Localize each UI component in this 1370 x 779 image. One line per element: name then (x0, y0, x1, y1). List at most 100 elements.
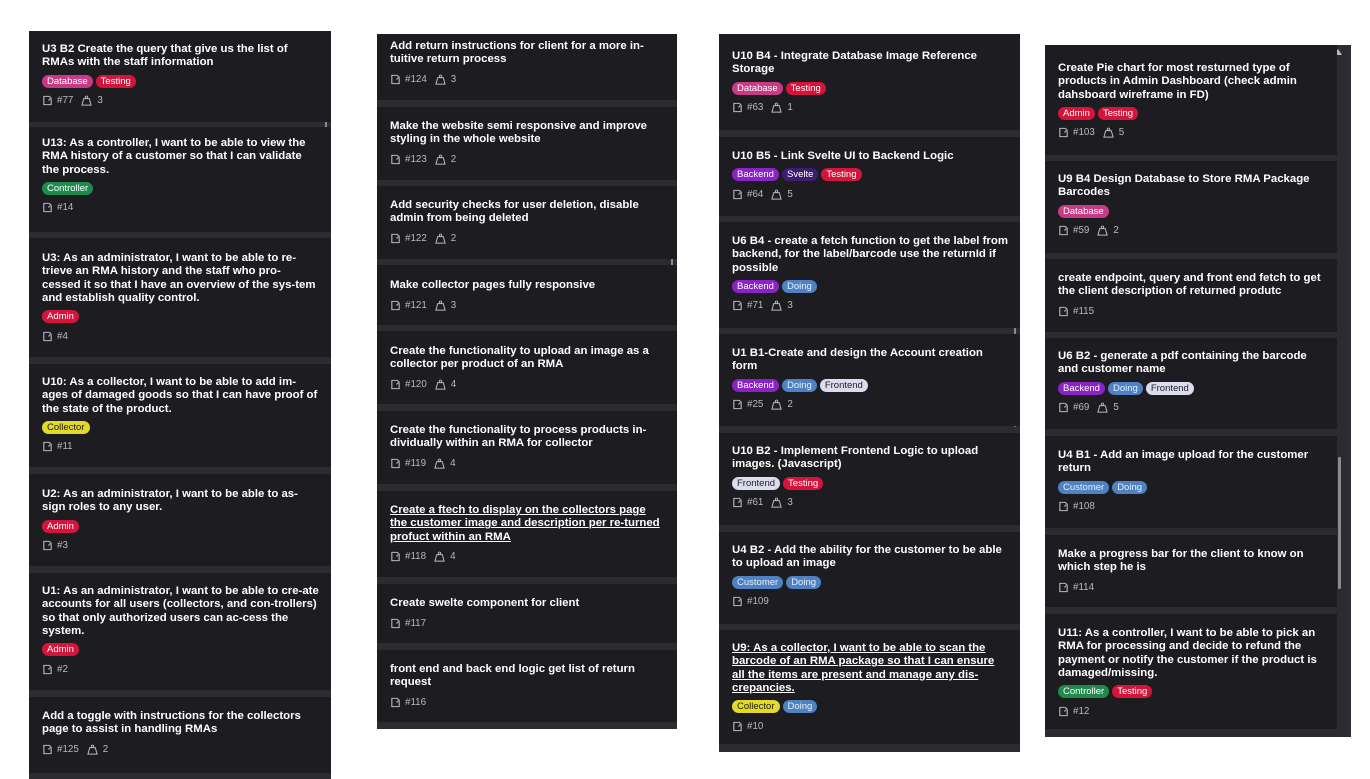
issue-icon (1059, 128, 1068, 138)
story-points: 4 (450, 458, 456, 470)
card-title[interactable]: U4 B2 - Add the ability for the customer… (732, 544, 1008, 571)
weight-icon (1103, 128, 1114, 138)
issue-card[interactable]: U13: As a controller, I want to be able … (29, 127, 331, 232)
issue-card[interactable]: U9 B4 Design Database to Store RMA Packa… (1045, 161, 1337, 253)
card-title[interactable]: Create a ftech to display on the collect… (390, 504, 665, 544)
issue-icon (733, 497, 742, 508)
card-title[interactable]: U9 B4 Design Database to Store RMA Packa… (1058, 173, 1325, 200)
issue-icon (1059, 501, 1068, 512)
issue-number: #108 (1073, 501, 1095, 513)
story-points: 3 (450, 299, 457, 311)
card-title[interactable]: U4 B1 - Add an image upload for the cust… (1058, 449, 1325, 476)
issue-card[interactable]: U9: As a collector, I want to be able to… (719, 630, 1020, 744)
issue-icon (391, 154, 400, 165)
issue-number: #71 (747, 300, 764, 312)
story-points: 2 (450, 233, 457, 245)
story-points: 4 (450, 551, 456, 563)
issue-icon (391, 697, 400, 708)
card-title[interactable]: U13: As a controller, I want to be able … (42, 137, 319, 177)
issue-card[interactable]: Make collector pages fully responsive #1… (377, 265, 677, 325)
issue-icon (733, 399, 742, 410)
column-scrollbar[interactable] (1338, 457, 1341, 589)
card-title[interactable]: U10: As a collector, I want to be able t… (42, 376, 319, 416)
card-title[interactable]: create endpoint, query and front end fet… (1058, 272, 1325, 299)
weight-icon (435, 233, 446, 244)
card-title[interactable]: U6 B4 - create a fetch function to get t… (732, 235, 1008, 275)
card-title[interactable]: Make the website semi responsive and imp… (390, 120, 665, 147)
issue-card[interactable]: U4 B1 - Add an image upload for the cust… (1045, 436, 1337, 528)
issue-card[interactable]: Make the website semi responsive and imp… (377, 107, 677, 180)
issue-icon (733, 301, 742, 311)
issue-number: #117 (405, 617, 427, 629)
issue-card[interactable]: U10 B2 - Implement Frontend Logic to upl… (719, 433, 1020, 525)
story-points: 3 (450, 74, 457, 86)
card-title[interactable]: U11: As a controller, I want to be able … (1058, 627, 1325, 680)
issue-number: #4 (57, 330, 68, 342)
card-title[interactable]: U3: As an administrator, I want to be ab… (42, 252, 319, 305)
issue-card[interactable]: Create a ftech to display on the collect… (377, 491, 677, 577)
card-title[interactable]: U1: As an administrator, I want to be ab… (42, 585, 319, 638)
issue-card[interactable]: U10 B4 - Integrate Database Image Refere… (719, 34, 1020, 130)
card-title[interactable]: Make a progress bar for the client to kn… (1058, 548, 1325, 575)
issue-card[interactable]: U6 B2 - generate a pdf containing the ba… (1045, 338, 1337, 429)
card-title[interactable]: U10 B5 - Link Svelte UI to Backend Logic (732, 150, 1008, 163)
story-points: 3 (787, 497, 793, 509)
weight-icon (434, 458, 445, 469)
card-title[interactable]: Create Pie chart for most resturned type… (1058, 62, 1325, 102)
issue-card[interactable]: front end and back end logic get list of… (377, 650, 677, 722)
story-points: 5 (1118, 127, 1125, 139)
story-points: 5 (787, 188, 793, 200)
card-title[interactable]: front end and back end logic get list of… (390, 663, 665, 690)
issue-card[interactable]: Create the functionality to process prod… (377, 411, 677, 484)
card-title[interactable]: U3 B2 Create the query that give us the … (42, 43, 319, 70)
issue-card[interactable]: Add return instructions for client for a… (377, 34, 677, 100)
tag-testing: Testing (783, 476, 824, 490)
board-column-2: Add return instructions for client for a… (377, 34, 677, 729)
board-column-4: Create Pie chart for most resturned type… (1045, 45, 1351, 737)
issue-card[interactable]: U10: As a collector, I want to be able t… (29, 364, 331, 467)
card-title[interactable]: Add security checks for user deletion, d… (390, 199, 665, 226)
issue-card[interactable]: Add security checks for user deletion, d… (377, 186, 677, 259)
card-title[interactable]: Add return instructions for client for a… (390, 40, 665, 67)
card-title[interactable]: U10 B2 - Implement Frontend Logic to upl… (732, 445, 1008, 472)
tag-testing: Testing (785, 81, 826, 95)
issue-card[interactable]: U10 B5 - Link Svelte UI to Backend Logic… (719, 137, 1020, 216)
issue-icon (391, 300, 400, 310)
issue-number: #116 (405, 697, 427, 709)
issue-card[interactable]: U3: As an administrator, I want to be ab… (29, 238, 331, 357)
issue-card[interactable]: Create swelte component for client #117 (377, 584, 677, 643)
issue-number: #69 (1073, 402, 1090, 414)
issue-card[interactable]: U11: As a controller, I want to be able … (1045, 614, 1337, 729)
issue-card[interactable]: create endpoint, query and front end fet… (1045, 259, 1337, 332)
card-title[interactable]: Add a toggle with instructions for the c… (42, 710, 319, 737)
card-title[interactable]: Make collector pages fully responsive (390, 279, 665, 292)
issue-card[interactable]: U1 B1-Create and design the Account crea… (719, 334, 1020, 426)
tag-customer: Customer (732, 575, 784, 589)
card-title[interactable]: Create the functionality to upload an im… (390, 345, 665, 372)
card-title[interactable]: U9: As a collector, I want to be able to… (732, 642, 1008, 695)
issue-card[interactable]: Add a toggle with instructions for the c… (29, 697, 331, 773)
tag-doing: Doing (1107, 381, 1143, 395)
issue-card[interactable]: U1: As an administrator, I want to be ab… (29, 573, 331, 690)
card-title[interactable]: U6 B2 - generate a pdf containing the ba… (1058, 350, 1325, 377)
weight-icon (434, 552, 445, 562)
issue-card[interactable]: U4 B2 - Add the ability for the customer… (719, 532, 1020, 624)
issue-card[interactable]: Create the functionality to upload an im… (377, 331, 677, 404)
issue-card[interactable]: U2: As an administrator, I want to be ab… (29, 474, 331, 566)
card-title[interactable]: Create the functionality to process prod… (390, 424, 665, 451)
issue-card[interactable]: Create Pie chart for most resturned type… (1045, 45, 1337, 155)
tag-collector: Collector (42, 420, 90, 434)
card-title[interactable]: U10 B4 - Integrate Database Image Refere… (732, 50, 1008, 77)
tag-backend: Backend (732, 378, 779, 392)
issue-card[interactable]: U6 B4 - create a fetch function to get t… (719, 222, 1020, 328)
card-title[interactable]: Create swelte component for client (390, 597, 665, 610)
tag-controller: Controller (42, 181, 94, 195)
weight-icon (435, 74, 446, 85)
card-title[interactable]: U1 B1-Create and design the Account crea… (732, 347, 1008, 374)
issue-number: #124 (405, 74, 427, 86)
issue-card[interactable]: Make a progress bar for the client to kn… (1045, 535, 1337, 607)
tag-database: Database (1058, 204, 1109, 218)
card-title[interactable]: U2: As an administrator, I want to be ab… (42, 488, 319, 515)
issue-card[interactable]: U3 B2 Create the query that give us the … (29, 31, 331, 122)
tag-backend: Backend (1058, 381, 1105, 395)
